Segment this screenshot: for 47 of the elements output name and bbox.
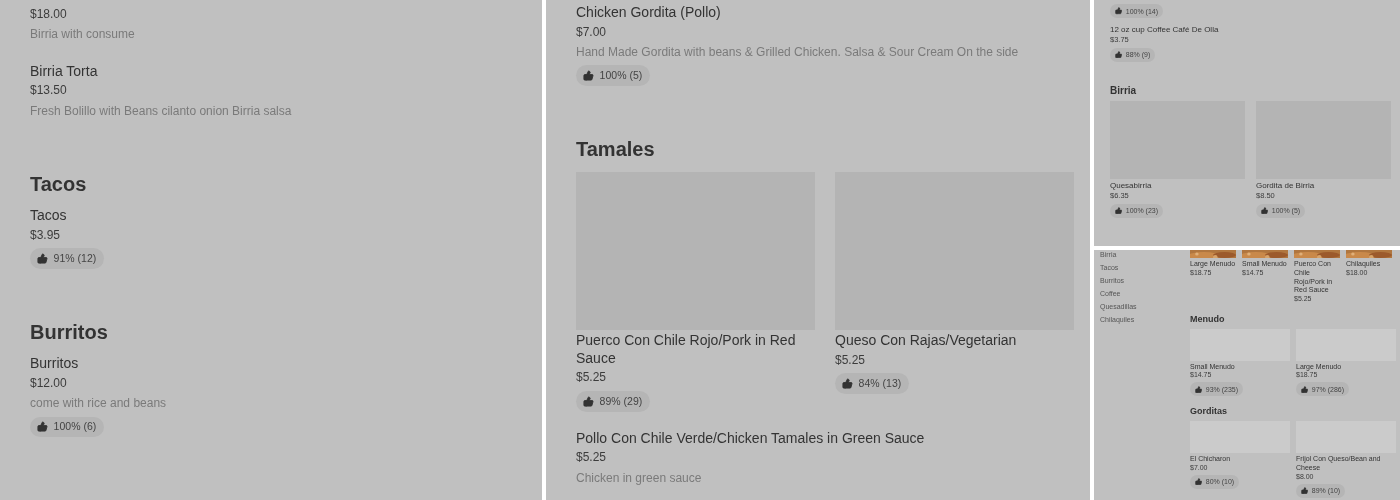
section-heading: Birria (1110, 84, 1137, 96)
item-name[interactable]: Queso Con Rajas/Vegetarian (835, 332, 1074, 350)
item-name[interactable]: Burritos (30, 355, 512, 373)
item-description: Hand Made Gordita with beans & Grilled Chicken. Salsa & Sour Cream On the side (576, 43, 1020, 61)
thumbs-up-icon (1114, 7, 1123, 15)
thumbs-up-icon (1260, 207, 1269, 215)
thumbs-up-icon (1300, 385, 1309, 393)
thumbs-up-icon (37, 253, 49, 265)
item-description: Birria with consume (30, 26, 136, 44)
item-price: $7.00 (576, 23, 608, 41)
item-price: $5.25 (576, 369, 608, 387)
item-price: $12.00 (30, 374, 68, 392)
section-heading: Tamales (576, 138, 655, 162)
item-price: $18.00 (30, 6, 68, 23)
item-name[interactable]: 12 oz cup Coffee Café De Olla (1110, 25, 1384, 36)
item-name[interactable]: Tacos (30, 207, 512, 225)
thumbs-up-icon (583, 395, 595, 407)
item-description: Fresh Bolillo with Beans cilanto onion Birria salsa (30, 102, 293, 120)
item-name[interactable]: Quesabirria (1110, 181, 1245, 192)
item-name[interactable]: Birria Torta (30, 62, 512, 81)
thumbs-up-icon (1194, 385, 1203, 393)
thumbs-up-icon (1114, 207, 1123, 215)
section-heading: Gorditas (1190, 406, 1227, 417)
thumbs-up-icon (37, 421, 49, 433)
section-heading: Burritos (30, 321, 108, 345)
rating-badge: 91% (12) (30, 248, 104, 270)
thumbs-up-icon (1114, 50, 1123, 59)
rating-badge: 84% (13) (835, 373, 909, 395)
rating-badge: 100% (6) (30, 416, 104, 438)
rating-badge: 89% (29) (576, 390, 650, 412)
section-heading: Tacos (30, 173, 87, 197)
item-name[interactable]: Pollo Con Chile Verde/Chicken Tamales in Green Sauce (576, 429, 1060, 448)
item-name[interactable]: Chicken Gordita (Pollo) (576, 4, 1060, 22)
item-price: $3.95 (30, 226, 62, 244)
item-description: come with rice and beans (30, 394, 168, 412)
section-heading: Menudo (1190, 313, 1225, 324)
item-price: $13.50 (30, 82, 68, 100)
item-price: $5.25 (835, 351, 867, 369)
rating-badge: 100% (5) (576, 65, 650, 87)
thumbs-up-icon (842, 378, 854, 390)
item-description: Chicken in green sauce (576, 469, 703, 487)
thumbs-up-icon (1300, 486, 1309, 495)
item-name[interactable]: Puerco Con Chile Rojo/Pork in Red Sauce (576, 332, 815, 368)
item-name[interactable]: Gordita de Birria (1256, 181, 1391, 192)
thumbs-up-icon (1194, 478, 1203, 486)
item-price: $5.25 (576, 449, 608, 467)
thumbs-up-icon (583, 70, 595, 82)
